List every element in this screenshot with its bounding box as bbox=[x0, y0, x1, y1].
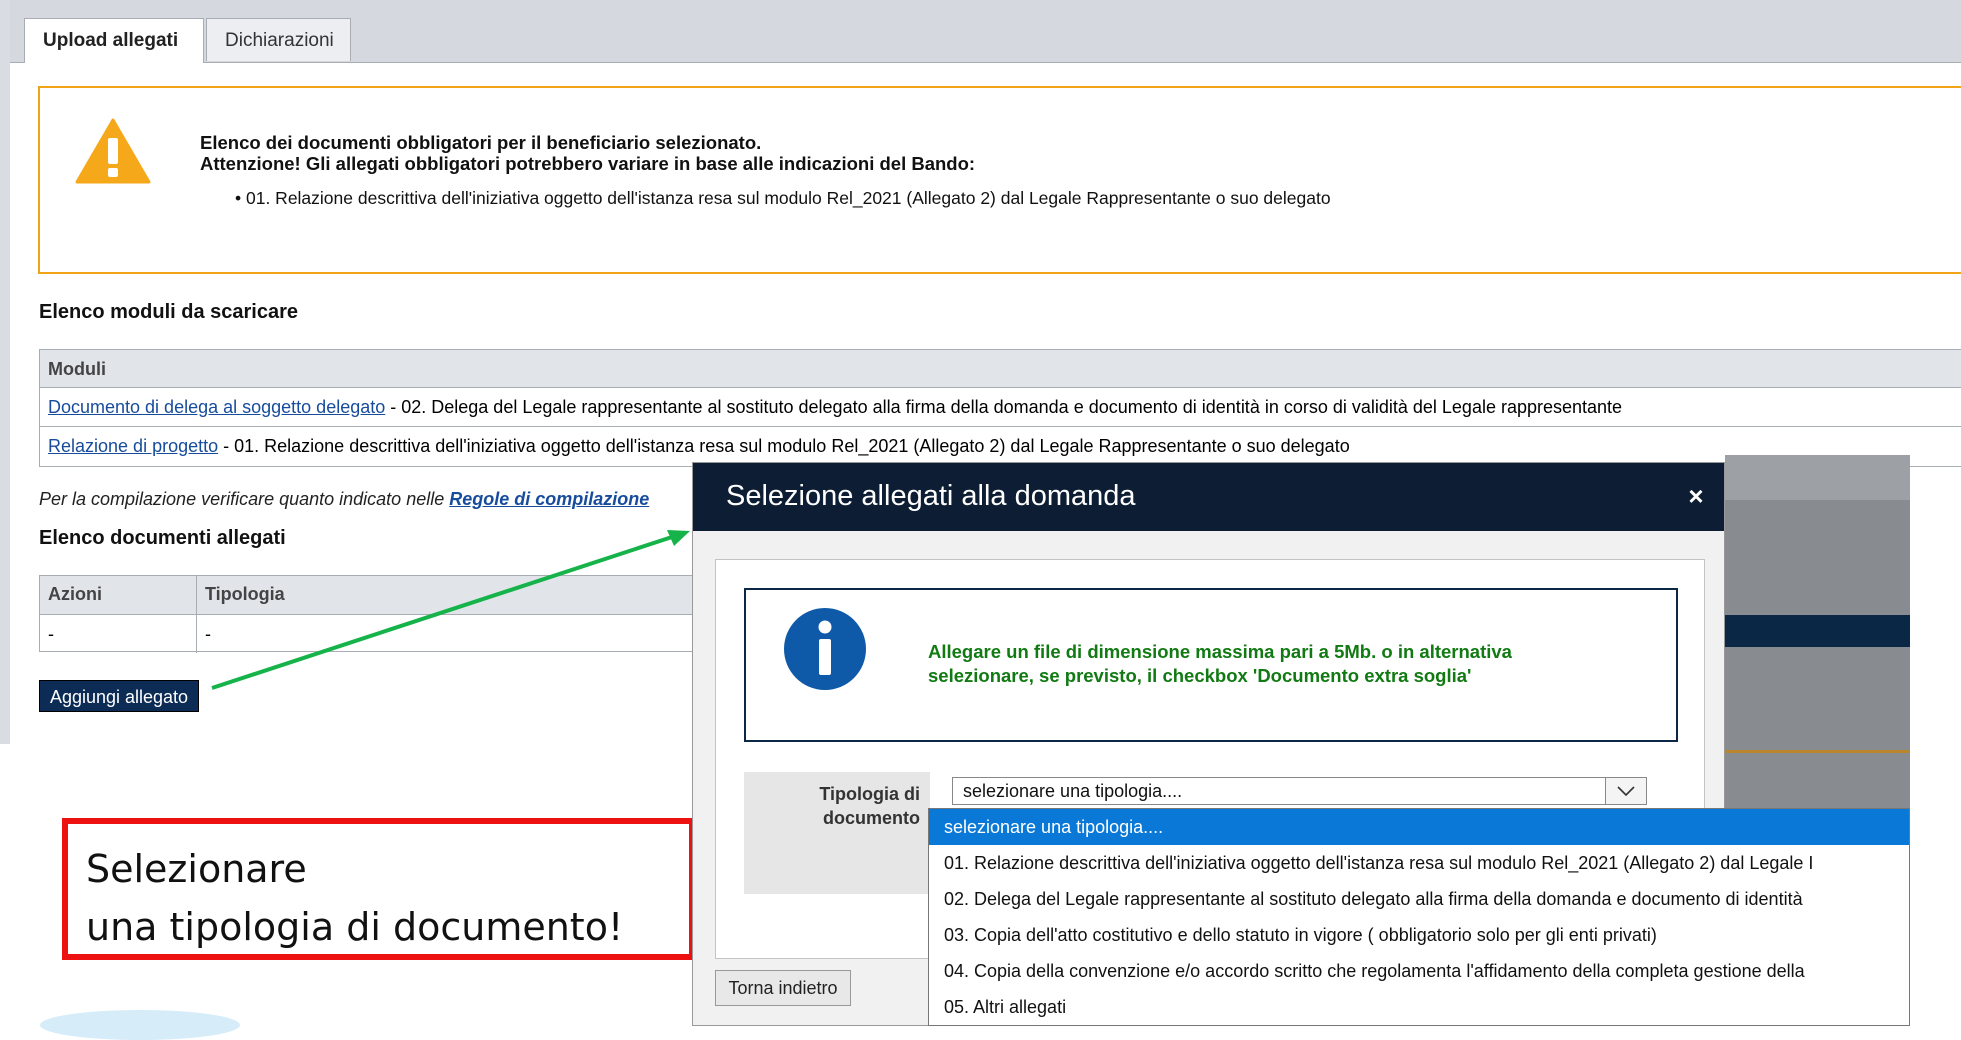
callout-line-2: una tipologia di documento! bbox=[86, 905, 624, 949]
cell-azioni: - bbox=[48, 624, 54, 644]
close-icon[interactable]: × bbox=[1685, 483, 1707, 509]
warning-subtitle: Attenzione! Gli allegati obbligatori pot… bbox=[200, 153, 976, 174]
label-line-2: documento bbox=[823, 808, 920, 828]
overlay-band bbox=[1725, 455, 1910, 500]
chevron-down-icon[interactable] bbox=[1605, 778, 1646, 804]
row-description: - 02. Delega del Legale rappresentante a… bbox=[385, 397, 1623, 417]
label-line-1: Tipologia di bbox=[819, 784, 920, 804]
decorative-swoosh bbox=[40, 1010, 240, 1040]
dropdown-option[interactable]: 04. Copia della convenzione e/o accordo … bbox=[929, 953, 1909, 989]
warning-title: Elenco dei documenti obbligatori per il … bbox=[200, 132, 762, 153]
rules-link[interactable]: Regole di compilazione bbox=[449, 489, 649, 509]
table-row: Documento di delega al soggetto delegato… bbox=[40, 388, 1961, 427]
document-type-label: Tipologia di documento bbox=[744, 782, 920, 830]
dropdown-option[interactable]: selezionare una tipologia.... bbox=[929, 809, 1909, 845]
overlay-dark-stripe bbox=[1725, 615, 1910, 647]
documenti-table-header bbox=[40, 576, 740, 615]
dropdown-option[interactable]: 02. Delega del Legale rappresentante al … bbox=[929, 881, 1909, 917]
warning-icon bbox=[75, 118, 151, 184]
documenti-table: Azioni Tipologia - - bbox=[39, 575, 740, 653]
row-description: - 01. Relazione descrittiva dell'iniziat… bbox=[218, 436, 1350, 456]
download-link-delega[interactable]: Documento di delega al soggetto delegato bbox=[48, 397, 385, 417]
tab-upload-allegati[interactable]: Upload allegati bbox=[24, 18, 204, 63]
info-message-line-2: selezionare, se previsto, il checkbox 'D… bbox=[928, 665, 1472, 686]
moduli-section-title: Elenco moduli da scaricare bbox=[39, 301, 298, 323]
instruction-callout: Selezionare una tipologia di documento! bbox=[62, 818, 695, 960]
overlay-gold-line bbox=[1725, 750, 1910, 753]
moduli-table: Moduli Documento di delega al soggetto d… bbox=[39, 349, 1961, 467]
left-border bbox=[0, 0, 10, 744]
info-box: Allegare un file di dimensione massima p… bbox=[744, 588, 1678, 742]
download-link-relazione[interactable]: Relazione di progetto bbox=[48, 436, 218, 456]
tab-dichiarazioni[interactable]: Dichiarazioni bbox=[206, 18, 351, 61]
documenti-section-title: Elenco documenti allegati bbox=[39, 527, 286, 549]
select-current-value: selezionare una tipologia.... bbox=[963, 781, 1183, 801]
document-type-dropdown: selezionare una tipologia.... 01. Relazi… bbox=[928, 808, 1910, 1026]
dropdown-option[interactable]: 05. Altri allegati bbox=[929, 989, 1909, 1025]
document-type-select[interactable]: selezionare una tipologia.... bbox=[952, 777, 1647, 805]
warning-required-item: • 01. Relazione descrittiva dell'iniziat… bbox=[235, 188, 1331, 208]
info-message-line-1: Allegare un file di dimensione massima p… bbox=[928, 641, 1512, 662]
cell-tipologia: - bbox=[205, 624, 211, 644]
modal-header: Selezione allegati alla domanda × bbox=[693, 463, 1724, 531]
info-message: Allegare un file di dimensione massima p… bbox=[928, 640, 1512, 688]
col-azioni-header: Azioni bbox=[48, 584, 102, 604]
tab-bar: Upload allegati Dichiarazioni bbox=[10, 0, 1961, 63]
dropdown-option[interactable]: 01. Relazione descrittiva dell'iniziativ… bbox=[929, 845, 1909, 881]
table-row: Relazione di progetto - 01. Relazione de… bbox=[40, 427, 1961, 466]
info-icon bbox=[784, 608, 866, 690]
compilation-note: Per la compilazione verificare quanto in… bbox=[39, 489, 649, 510]
back-button[interactable]: Torna indietro bbox=[715, 970, 851, 1006]
modal-title: Selezione allegati alla domanda bbox=[726, 480, 1136, 512]
moduli-table-header: Moduli bbox=[40, 350, 1961, 388]
dropdown-option[interactable]: 03. Copia dell'atto costitutivo e dello … bbox=[929, 917, 1909, 953]
warning-box: Elenco dei documenti obbligatori per il … bbox=[38, 86, 1961, 274]
callout-line-1: Selezionare bbox=[86, 847, 307, 891]
column-divider bbox=[196, 576, 197, 653]
col-tipologia-header: Tipologia bbox=[205, 584, 285, 604]
add-attachment-button[interactable]: Aggiungi allegato bbox=[39, 680, 199, 712]
note-text: Per la compilazione verificare quanto in… bbox=[39, 489, 450, 509]
